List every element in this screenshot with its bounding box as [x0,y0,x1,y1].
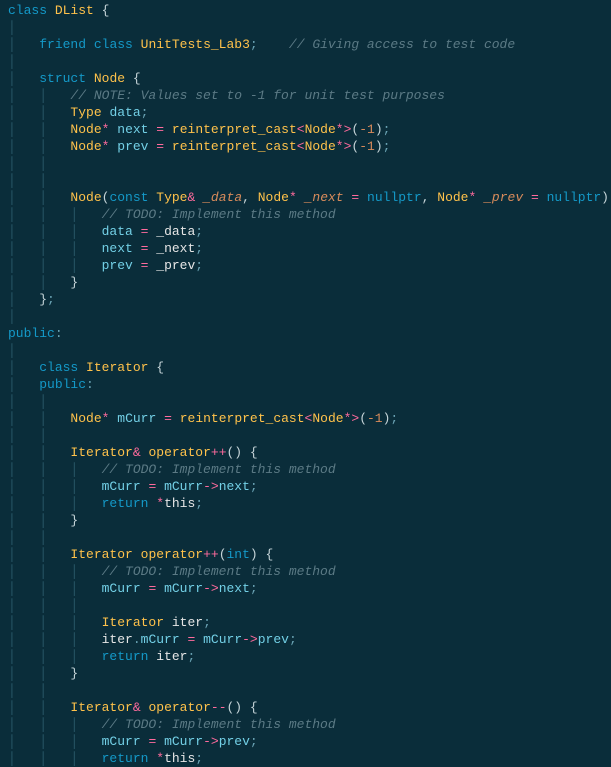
code-line: │ │ │ return *this; [0,750,611,767]
code-line: public: [0,325,611,342]
code-line: │ │ │ [0,597,611,614]
member: data [109,105,140,120]
keyword-class: class [8,3,47,18]
code-line: │ │ // NOTE: Values set to -1 for unit t… [0,87,611,104]
code-line: │ │ Node(const Type& _data, Node* _next … [0,189,611,206]
code-line: │ │ Node* prev = reinterpret_cast<Node*>… [0,138,611,155]
fn-name: operator [148,445,210,460]
code-line: │ [0,342,611,359]
code-editor[interactable]: class DList { │ │ friend class UnitTests… [0,2,611,767]
code-line: │ │ } [0,274,611,291]
code-line: │ [0,19,611,36]
code-line: │ │ │ // TODO: Implement this method [0,716,611,733]
code-line: │ struct Node { [0,70,611,87]
code-line: │ │ │ // TODO: Implement this method [0,461,611,478]
keyword-public: public [8,326,55,341]
code-line: │ │ │ // TODO: Implement this method [0,206,611,223]
code-line: │ │ │ Iterator iter; [0,614,611,631]
member: mCurr [117,411,156,426]
code-line: │ │ │ mCurr = mCurr->next; [0,580,611,597]
fn: reinterpret_cast [172,122,297,137]
code-line: │ │ [0,172,611,189]
code-line: │ friend class UnitTests_Lab3; // Giving… [0,36,611,53]
code-line: │ │ } [0,512,611,529]
code-line: │ │ [0,529,611,546]
code-line: │ │ Iterator& operator--() { [0,699,611,716]
code-line: │ │ Iterator& operator++() { [0,444,611,461]
comment: // NOTE: Values set to -1 for unit test … [70,88,444,103]
code-line: class DList { [0,2,611,19]
code-line: │ │ │ iter.mCurr = mCurr->prev; [0,631,611,648]
comment: // TODO: Implement this method [102,207,336,222]
code-line: │ │ Type data; [0,104,611,121]
code-line: │ public: [0,376,611,393]
code-line: │ │ [0,155,611,172]
code-line: │ │ │ mCurr = mCurr->next; [0,478,611,495]
struct-name: Node [94,71,125,86]
code-line: │ │ │ return iter; [0,648,611,665]
class-name: UnitTests_Lab3 [141,37,250,52]
member: next [117,122,148,137]
comment: // Giving access to test code [289,37,515,52]
ctor-name: Node [70,190,101,205]
code-line: │ │ │ return *this; [0,495,611,512]
code-line: │ │ [0,682,611,699]
code-line: │ │ Node* mCurr = reinterpret_cast<Node*… [0,410,611,427]
code-line: │ class Iterator { [0,359,611,376]
class-name: DList [55,3,94,18]
code-line: │ │ │ prev = _prev; [0,257,611,274]
code-line: │ [0,308,611,325]
class-name: Iterator [86,360,148,375]
code-line: │ │ │ next = _next; [0,240,611,257]
code-line: │ │ Iterator operator++(int) { [0,546,611,563]
keyword-friend: friend [39,37,86,52]
code-line: │ }; [0,291,611,308]
code-line: │ │ [0,393,611,410]
code-line: │ │ } [0,665,611,682]
code-line: │ [0,53,611,70]
member: prev [117,139,148,154]
code-line: │ │ Node* next = reinterpret_cast<Node*>… [0,121,611,138]
keyword-struct: struct [39,71,86,86]
code-line: │ │ [0,427,611,444]
code-line: │ │ │ // TODO: Implement this method [0,563,611,580]
code-line: │ │ │ mCurr = mCurr->prev; [0,733,611,750]
code-line: │ │ │ data = _data; [0,223,611,240]
